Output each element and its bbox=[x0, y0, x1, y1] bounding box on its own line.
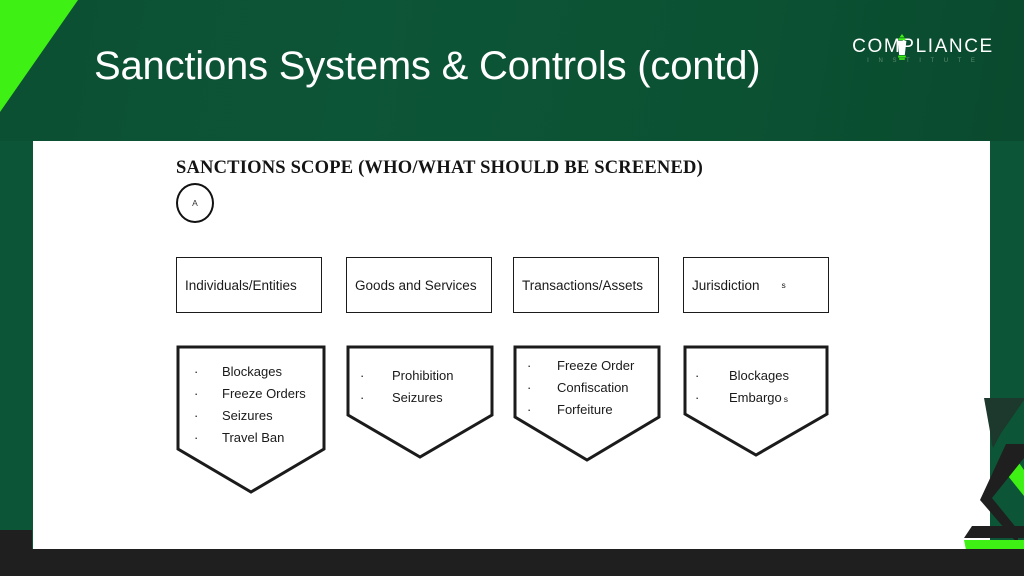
bullet-icon: · bbox=[527, 402, 532, 417]
list-item-label: Seizures bbox=[222, 408, 273, 423]
bullet-icon: · bbox=[527, 358, 532, 373]
header-corner-accent bbox=[0, 0, 78, 112]
list-item: · Blockages bbox=[695, 365, 841, 387]
list-item: · Freeze Orders bbox=[194, 383, 344, 405]
list-item-label: Confiscation bbox=[557, 380, 629, 395]
scope-box-4-label: Jurisdiction bbox=[692, 277, 760, 293]
brand-logo-subtitle: I N S T I T U T E bbox=[867, 58, 979, 64]
bullet-icon: · bbox=[194, 386, 199, 401]
scope-box-4-superscript: s bbox=[781, 280, 786, 290]
bullet-icon: · bbox=[194, 364, 199, 379]
list-item-label: Blockages bbox=[222, 364, 282, 379]
brand-logo: COMPLIANCE I N S T I T U T E bbox=[843, 34, 1003, 72]
list-item: · Blockages bbox=[194, 361, 344, 383]
bullet-icon: · bbox=[527, 380, 532, 395]
list-item-superscript: s bbox=[783, 394, 788, 404]
list-item-label: Prohibition bbox=[392, 368, 454, 383]
bullet-icon: · bbox=[695, 390, 700, 405]
outcome-list-2: · Prohibition · Seizures bbox=[346, 345, 508, 409]
list-item: · Seizures bbox=[194, 405, 344, 427]
slide-canvas: Sanctions Systems & Controls (contd) COM… bbox=[0, 0, 1024, 576]
slide-title: Sanctions Systems & Controls (contd) bbox=[94, 44, 761, 88]
scope-box-3: Transactions/Assets bbox=[513, 257, 659, 313]
outcome-shape-4: · Blockages · Embargo s bbox=[683, 345, 829, 458]
list-item-label: Embargo bbox=[729, 390, 782, 405]
list-item-label: Seizures bbox=[392, 390, 443, 405]
scope-box-4: Jurisdiction s bbox=[683, 257, 829, 313]
outcome-list-3: · Freeze Order · Confiscation · Forfeitu… bbox=[513, 345, 675, 421]
bullet-icon: · bbox=[194, 430, 199, 445]
list-item: · Forfeiture bbox=[527, 399, 675, 421]
bullet-icon: · bbox=[360, 368, 365, 383]
list-item: · Embargo s bbox=[695, 387, 841, 410]
scope-box-2: Goods and Services bbox=[346, 257, 492, 313]
outcome-shape-3: · Freeze Order · Confiscation · Forfeitu… bbox=[513, 345, 661, 463]
list-item: · Freeze Order bbox=[527, 355, 675, 377]
list-item: · Prohibition bbox=[360, 365, 508, 387]
bullet-icon: · bbox=[360, 390, 365, 405]
anchor-node: A bbox=[176, 183, 214, 223]
list-item-label: Freeze Order bbox=[557, 358, 635, 373]
panel-gutter-left bbox=[0, 141, 33, 549]
list-item-label: Travel Ban bbox=[222, 430, 285, 445]
list-item: · Confiscation bbox=[527, 377, 675, 399]
outcome-shape-2: · Prohibition · Seizures bbox=[346, 345, 494, 460]
list-item-label: Forfeiture bbox=[557, 402, 613, 417]
outcome-list-1: · Blockages · Freeze Orders · Seizures ·… bbox=[176, 345, 344, 449]
outcome-list-4: · Blockages · Embargo s bbox=[683, 345, 841, 410]
diagram-heading: SANCTIONS SCOPE (WHO/WHAT SHOULD BE SCRE… bbox=[176, 158, 703, 178]
scope-box-1-label: Individuals/Entities bbox=[185, 277, 297, 293]
scope-box-2-label: Goods and Services bbox=[355, 277, 477, 293]
bottom-left-tab bbox=[0, 530, 32, 549]
list-item-label: Blockages bbox=[729, 368, 789, 383]
scope-box-3-label: Transactions/Assets bbox=[522, 277, 644, 293]
anchor-node-label: A bbox=[192, 198, 198, 208]
list-item: · Travel Ban bbox=[194, 427, 344, 449]
scope-box-1: Individuals/Entities bbox=[176, 257, 322, 313]
bottom-band bbox=[0, 549, 1024, 576]
outcome-shape-1: · Blockages · Freeze Orders · Seizures ·… bbox=[176, 345, 326, 495]
brand-logo-wordmark: COMPLIANCE bbox=[852, 36, 994, 57]
list-item: · Seizures bbox=[360, 387, 508, 409]
bullet-icon: · bbox=[194, 408, 199, 423]
list-item-label: Freeze Orders bbox=[222, 386, 306, 401]
bullet-icon: · bbox=[695, 368, 700, 383]
